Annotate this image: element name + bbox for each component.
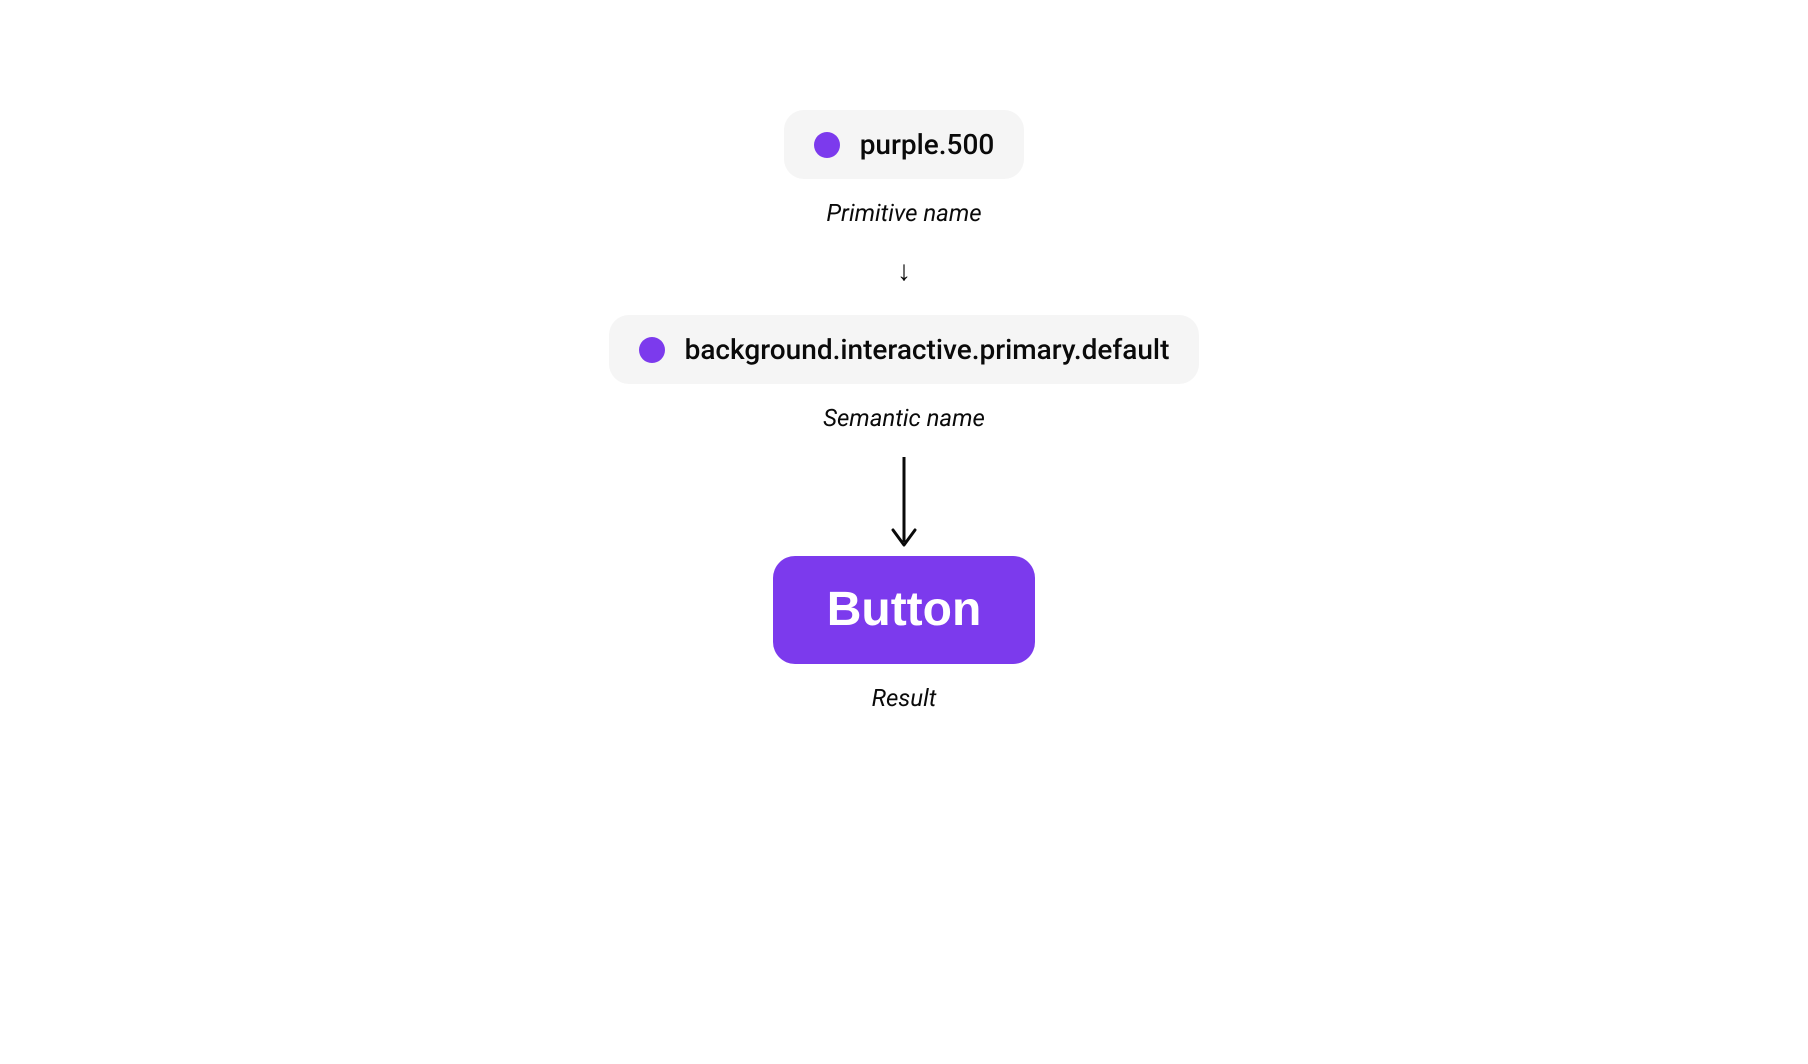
semantic-token-label: background.interactive.primary.default bbox=[685, 333, 1170, 366]
primitive-caption: Primitive name bbox=[826, 199, 981, 227]
result-caption: Result bbox=[872, 684, 937, 712]
arrow-down-icon: ↓ bbox=[897, 257, 911, 285]
arrow-down-large-icon bbox=[889, 457, 919, 556]
color-swatch-icon bbox=[814, 132, 840, 158]
color-swatch-icon bbox=[639, 337, 665, 363]
result-section: Button Result bbox=[773, 556, 1036, 712]
result-button[interactable]: Button bbox=[773, 556, 1036, 664]
primitive-token-pill: purple.500 bbox=[784, 110, 1025, 179]
primitive-section: purple.500 Primitive name bbox=[784, 110, 1025, 227]
semantic-caption: Semantic name bbox=[823, 404, 985, 432]
semantic-section: background.interactive.primary.default S… bbox=[609, 315, 1200, 432]
semantic-token-pill: background.interactive.primary.default bbox=[609, 315, 1200, 384]
primitive-token-label: purple.500 bbox=[860, 128, 995, 161]
